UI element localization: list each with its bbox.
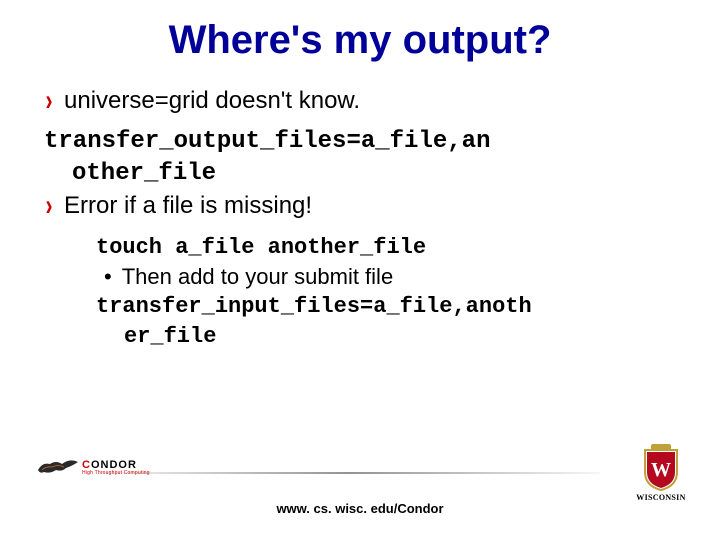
crest-icon: W <box>641 444 681 492</box>
sub-block: touch a_file another_file • Then add to … <box>44 233 680 352</box>
slide-title: Where's my output? <box>40 18 680 63</box>
footer: CONDOR High Throughput Computing www. cs… <box>0 460 720 520</box>
wisconsin-logo: W WISCONSIN <box>636 444 686 502</box>
sub-bullet-item: • Then add to your submit file <box>96 262 680 292</box>
divider <box>100 472 600 474</box>
chevron-icon: › <box>46 81 53 122</box>
condor-text: CONDOR High Throughput Computing <box>82 460 150 476</box>
bullet-item: › universe=grid doesn't know. <box>44 85 680 126</box>
sub-bullet-text: Then add to your submit file <box>122 262 393 292</box>
code-line: touch a_file another_file <box>96 233 680 263</box>
condor-subtitle: High Throughput Computing <box>82 471 150 476</box>
condor-bird-icon <box>36 456 80 480</box>
code-line: transfer_output_files=a_file,an <box>44 126 680 158</box>
footer-url: www. cs. wisc. edu/Condor <box>276 501 443 516</box>
code-line: other_file <box>44 158 680 190</box>
slide-content: › universe=grid doesn't know. transfer_o… <box>40 85 680 352</box>
bullet-item: › Error if a file is missing! <box>44 190 680 231</box>
chevron-icon: › <box>46 186 53 227</box>
dot-icon: • <box>104 262 112 292</box>
slide: Where's my output? › universe=grid doesn… <box>0 0 720 540</box>
bullet-text: universe=grid doesn't know. <box>64 85 680 117</box>
svg-text:W: W <box>651 459 671 481</box>
code-line: er_file <box>96 322 680 352</box>
code-line: transfer_input_files=a_file,anoth <box>96 292 680 322</box>
condor-logo: CONDOR High Throughput Computing <box>36 456 150 480</box>
wisconsin-text: WISCONSIN <box>636 493 686 502</box>
bullet-text: Error if a file is missing! <box>64 190 680 222</box>
